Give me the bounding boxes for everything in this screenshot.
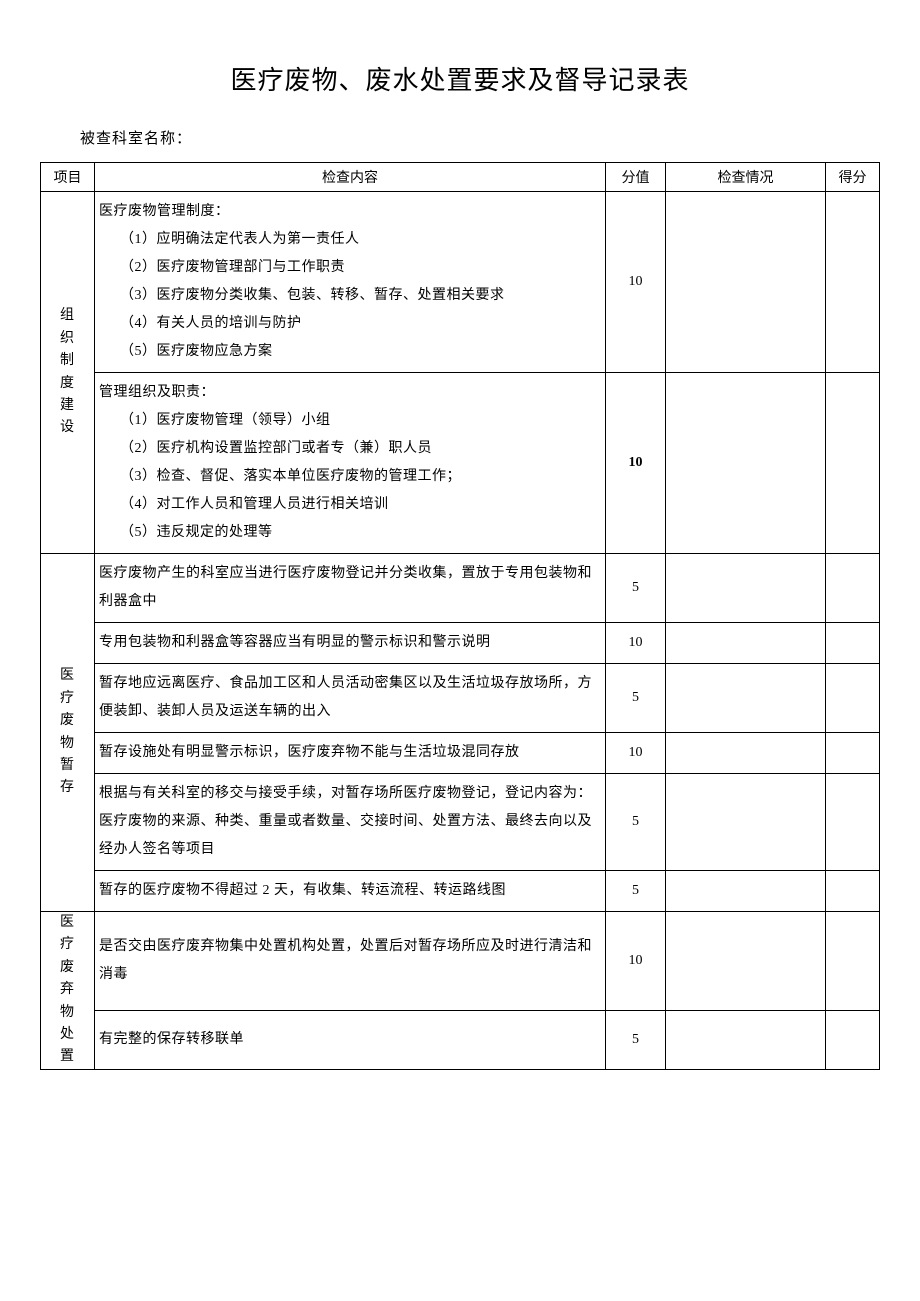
status-cell bbox=[666, 733, 826, 774]
content-cell: 专用包装物和利器盒等容器应当有明显的警示标识和警示说明 bbox=[95, 623, 606, 664]
got-cell bbox=[826, 373, 880, 554]
table-row: 有完整的保存转移联单5 bbox=[41, 1010, 880, 1069]
table-row: 医疗废物暂存医疗废物产生的科室应当进行医疗废物登记并分类收集，置放于专用包装物和… bbox=[41, 554, 880, 623]
got-cell bbox=[826, 733, 880, 774]
content-cell: 暂存设施处有明显警示标识，医疗废弃物不能与生活垃圾混同存放 bbox=[95, 733, 606, 774]
status-cell bbox=[666, 912, 826, 1011]
table-row: 暂存设施处有明显警示标识，医疗废弃物不能与生活垃圾混同存放10 bbox=[41, 733, 880, 774]
table-header-row: 项目 检查内容 分值 检查情况 得分 bbox=[41, 163, 880, 192]
status-cell bbox=[666, 1010, 826, 1069]
status-cell bbox=[666, 623, 826, 664]
header-status: 检查情况 bbox=[666, 163, 826, 192]
content-cell: 暂存的医疗废物不得超过 2 天，有收集、转运流程、转运路线图 bbox=[95, 871, 606, 912]
header-got: 得分 bbox=[826, 163, 880, 192]
header-score: 分值 bbox=[606, 163, 666, 192]
score-cell: 5 bbox=[606, 554, 666, 623]
content-cell: 根据与有关科室的移交与接受手续，对暂存场所医疗废物登记，登记内容为：医疗废物的来… bbox=[95, 774, 606, 871]
table-row: 根据与有关科室的移交与接受手续，对暂存场所医疗废物登记，登记内容为：医疗废物的来… bbox=[41, 774, 880, 871]
content-cell: 医疗废物管理制度：（1）应明确法定代表人为第一责任人（2）医疗废物管理部门与工作… bbox=[95, 192, 606, 373]
content-cell: 有完整的保存转移联单 bbox=[95, 1010, 606, 1069]
score-cell: 5 bbox=[606, 664, 666, 733]
score-cell: 10 bbox=[606, 373, 666, 554]
table-row: 暂存地应远离医疗、食品加工区和人员活动密集区以及生活垃圾存放场所，方便装卸、装卸… bbox=[41, 664, 880, 733]
status-cell bbox=[666, 373, 826, 554]
status-cell bbox=[666, 554, 826, 623]
got-cell bbox=[826, 554, 880, 623]
project-cell: 医疗废物暂存 bbox=[41, 554, 95, 912]
header-project: 项目 bbox=[41, 163, 95, 192]
status-cell bbox=[666, 871, 826, 912]
score-cell: 5 bbox=[606, 774, 666, 871]
project-cell: 组织制度建设 bbox=[41, 192, 95, 554]
page-title: 医疗废物、废水处置要求及督导记录表 bbox=[40, 60, 880, 97]
score-cell: 10 bbox=[606, 733, 666, 774]
got-cell bbox=[826, 912, 880, 1011]
content-cell: 暂存地应远离医疗、食品加工区和人员活动密集区以及生活垃圾存放场所，方便装卸、装卸… bbox=[95, 664, 606, 733]
got-cell bbox=[826, 623, 880, 664]
score-cell: 10 bbox=[606, 192, 666, 373]
score-cell: 5 bbox=[606, 1010, 666, 1069]
status-cell bbox=[666, 192, 826, 373]
table-row: 组织制度建设医疗废物管理制度：（1）应明确法定代表人为第一责任人（2）医疗废物管… bbox=[41, 192, 880, 373]
table-row: 医疗废弃物处置是否交由医疗废弃物集中处置机构处置，处置后对暂存场所应及时进行清洁… bbox=[41, 912, 880, 1011]
score-cell: 10 bbox=[606, 912, 666, 1011]
table-row: 专用包装物和利器盒等容器应当有明显的警示标识和警示说明10 bbox=[41, 623, 880, 664]
got-cell bbox=[826, 774, 880, 871]
status-cell bbox=[666, 664, 826, 733]
project-cell: 医疗废弃物处置 bbox=[41, 912, 95, 1070]
got-cell bbox=[826, 664, 880, 733]
got-cell bbox=[826, 1010, 880, 1069]
score-cell: 5 bbox=[606, 871, 666, 912]
status-cell bbox=[666, 774, 826, 871]
got-cell bbox=[826, 192, 880, 373]
got-cell bbox=[826, 871, 880, 912]
content-cell: 是否交由医疗废弃物集中处置机构处置，处置后对暂存场所应及时进行清洁和消毒 bbox=[95, 912, 606, 1011]
table-row: 暂存的医疗废物不得超过 2 天，有收集、转运流程、转运路线图5 bbox=[41, 871, 880, 912]
dept-label: 被查科室名称： bbox=[80, 127, 880, 148]
content-cell: 管理组织及职责：（1）医疗废物管理（领导）小组（2）医疗机构设置监控部门或者专（… bbox=[95, 373, 606, 554]
table-row: 管理组织及职责：（1）医疗废物管理（领导）小组（2）医疗机构设置监控部门或者专（… bbox=[41, 373, 880, 554]
inspection-table: 项目 检查内容 分值 检查情况 得分 组织制度建设医疗废物管理制度：（1）应明确… bbox=[40, 162, 880, 1070]
content-cell: 医疗废物产生的科室应当进行医疗废物登记并分类收集，置放于专用包装物和利器盒中 bbox=[95, 554, 606, 623]
score-cell: 10 bbox=[606, 623, 666, 664]
header-content: 检查内容 bbox=[95, 163, 606, 192]
